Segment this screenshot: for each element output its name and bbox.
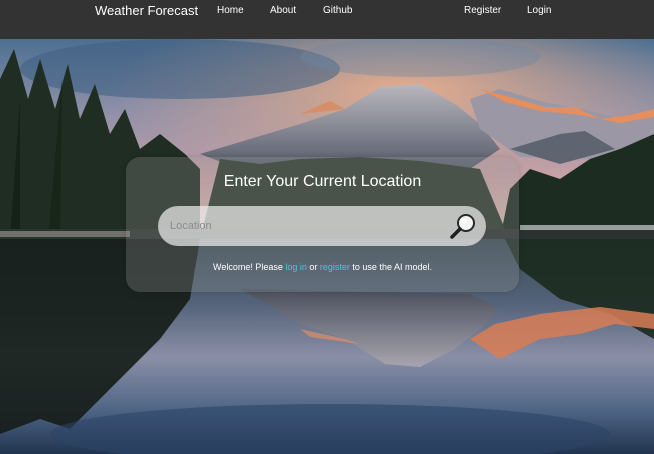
welcome-message: Welcome! Please log in or register to us… — [126, 261, 519, 273]
welcome-suffix: to use the AI model. — [349, 262, 432, 272]
search-panel: Enter Your Current Location Welcome! Ple… — [126, 157, 519, 292]
nav-link-about[interactable]: About — [270, 4, 296, 17]
welcome-prefix: Welcome! Please — [213, 262, 286, 272]
nav-link-home[interactable]: Home — [217, 4, 244, 17]
login-link[interactable]: log in — [285, 262, 307, 272]
page: Weather Forecast Home About Github Regis… — [0, 0, 654, 454]
welcome-middle: or — [306, 262, 320, 272]
nav-link-register[interactable]: Register — [464, 4, 501, 17]
magnifying-glass-icon — [450, 214, 475, 239]
navbar: Weather Forecast Home About Github Regis… — [0, 0, 654, 39]
location-search-input[interactable] — [170, 216, 440, 236]
panel-title: Enter Your Current Location — [223, 173, 422, 190]
nav-link-login[interactable]: Login — [527, 4, 551, 17]
search-box — [158, 206, 486, 246]
search-button[interactable] — [448, 212, 478, 240]
brand-title[interactable]: Weather Forecast — [95, 3, 198, 19]
register-link[interactable]: register — [320, 262, 350, 272]
nav-link-github[interactable]: Github — [323, 4, 352, 17]
